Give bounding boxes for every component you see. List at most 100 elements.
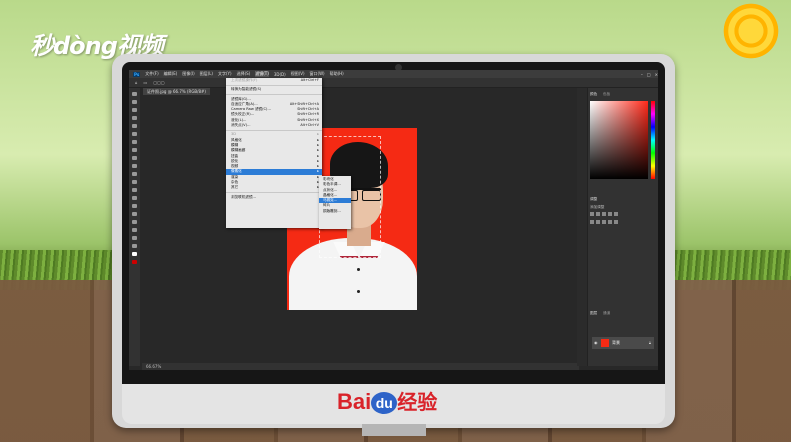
menu-select[interactable]: 选择(S) (237, 71, 251, 77)
panel-icon-strip (577, 88, 588, 366)
menu-view[interactable]: 视图(V) (291, 71, 305, 77)
menu-item-vanishing-point[interactable]: 消失点(V)... Alt+Ctrl+V (226, 123, 322, 128)
crop-tool-icon[interactable] (132, 124, 137, 128)
menu-separator (226, 192, 322, 194)
logo-paw-du: du (371, 392, 398, 415)
background-color-swatch[interactable] (132, 260, 137, 264)
home-icon[interactable]: ⌂ (135, 80, 138, 85)
brightness-icon[interactable] (590, 212, 594, 216)
healing-tool-icon[interactable] (132, 140, 137, 144)
menu-item-last-filter[interactable]: 上次滤镜操作(F) Alt+Ctrl+F (226, 78, 322, 83)
menu-edit[interactable]: 编辑(E) (164, 71, 178, 77)
tab-color[interactable]: 颜色 (590, 91, 597, 97)
baidu-jingyan-logo: Bai du 经验 (337, 386, 437, 415)
sun-icon (722, 2, 780, 60)
menu-filter[interactable]: 滤镜(T) (255, 71, 269, 77)
document-tab[interactable]: 证件照.jpg @ 66.7% (RGB/8#) (143, 88, 210, 95)
hue-slider[interactable] (651, 101, 655, 179)
blur-tool-icon[interactable] (132, 188, 137, 192)
feather-field[interactable]: ▢▢▢ (153, 80, 164, 85)
channel-mixer-icon[interactable] (614, 220, 618, 224)
lock-icon: 🔒︎ (648, 340, 651, 345)
menu-item-label: 镜头校正(R)... (231, 112, 255, 117)
levels-icon[interactable] (596, 212, 600, 216)
menu-item-label: 扭曲 (231, 153, 239, 158)
adjustment-icons-row (590, 220, 630, 226)
shirt-button (357, 268, 360, 271)
close-icon[interactable]: × (655, 72, 658, 77)
zoom-level: 66.67% (146, 364, 162, 369)
monitor-stand (362, 424, 426, 436)
marquee-tool-icon[interactable] (132, 100, 137, 104)
menu-layer[interactable]: 图层(L) (200, 71, 213, 77)
menu-item-label: 消失点(V)... (231, 123, 251, 128)
logo-text-bai: Bai (337, 389, 372, 414)
menu-window[interactable]: 窗口(W) (310, 71, 325, 77)
photo-filter-icon[interactable] (608, 220, 612, 224)
maximize-icon[interactable]: □ (647, 72, 651, 77)
menu-item-shortcut: Alt+Ctrl+V (300, 123, 319, 128)
stamp-tool-icon[interactable] (132, 156, 137, 160)
lasso-tool-icon[interactable] (132, 108, 137, 112)
tab-adjustments[interactable]: 调整 (590, 196, 597, 202)
eye-icon[interactable]: ◉ (594, 340, 598, 345)
menu-item-label: 杂色 (231, 180, 239, 185)
black-white-icon[interactable] (602, 220, 606, 224)
path-select-tool-icon[interactable] (132, 220, 137, 224)
type-tool-icon[interactable] (132, 212, 137, 216)
menu-3d[interactable]: 3D(D) (274, 72, 286, 77)
color-picker-field[interactable] (590, 101, 648, 179)
brush-tool-icon[interactable] (132, 148, 137, 152)
layer-row[interactable]: ◉ 背景 🔒︎ (592, 337, 654, 349)
menu-type[interactable]: 文字(Y) (218, 71, 232, 77)
menu-item-label: Camera Raw 滤镜(C)... (231, 107, 271, 112)
filter-menu: 上次滤镜操作(F) Alt+Ctrl+F 转换为智能滤镜(S) 滤镜库(G)..… (226, 78, 322, 228)
tab-swatches[interactable]: 色板 (603, 91, 610, 97)
submenu-item-mezzotint[interactable]: 铜版雕刻... (319, 209, 351, 214)
gradient-tool-icon[interactable] (132, 180, 137, 184)
menu-file[interactable]: 文件(F) (145, 71, 158, 77)
quick-select-tool-icon[interactable] (132, 116, 137, 120)
menu-item-label: 其它 (231, 185, 239, 190)
monitor-chin: Bai du 经验 (122, 384, 665, 424)
zoom-tool-icon[interactable] (132, 244, 137, 248)
hand-tool-icon[interactable] (132, 236, 137, 240)
color-balance-icon[interactable] (596, 220, 600, 224)
menu-item-convert-smart-filter[interactable]: 转换为智能滤镜(S) (226, 87, 322, 92)
minimize-icon[interactable]: – (641, 72, 643, 77)
eraser-tool-icon[interactable] (132, 172, 137, 176)
menu-item-browse-online-filters[interactable]: 浏览联机滤镜... (226, 195, 322, 200)
menu-item-label: 液化(L)... (231, 117, 247, 122)
tab-channels[interactable]: 通道 (603, 310, 610, 316)
menu-help[interactable]: 帮助(H) (330, 71, 344, 77)
shape-tool-icon[interactable] (132, 228, 137, 232)
menu-separator (226, 94, 322, 96)
menu-image[interactable]: 图像(I) (182, 71, 194, 77)
shirt-button (357, 290, 360, 293)
adjustments-label: 添加调整 (590, 205, 605, 209)
pixelate-submenu: 彩块化 彩色半调... 点状化... 晶格化... 马赛克... 碎片 铜版雕刻… (319, 176, 351, 229)
hue-saturation-icon[interactable] (590, 220, 594, 224)
menu-item-other[interactable]: 其它▸ (226, 185, 322, 190)
eyedropper-tool-icon[interactable] (132, 132, 137, 136)
pen-tool-icon[interactable] (132, 204, 137, 208)
history-brush-icon[interactable] (132, 164, 137, 168)
menu-separator (226, 129, 322, 131)
dodge-tool-icon[interactable] (132, 196, 137, 200)
curves-icon[interactable] (602, 212, 606, 216)
status-bar: 66.67% (142, 363, 579, 370)
menu-item-label: 模糊 (231, 142, 239, 147)
move-tool-icon[interactable] (132, 92, 137, 96)
photoshop-logo-icon: Ps (133, 71, 141, 77)
vibrance-icon[interactable] (614, 212, 618, 216)
menu-item-label: 滤镜库(G)... (231, 96, 251, 101)
tab-layers[interactable]: 图层 (590, 310, 597, 316)
menu-item-label: 风格化 (231, 137, 242, 142)
menu-item-label: 模糊画廊 (231, 148, 246, 153)
menu-item-label: 3D (231, 132, 237, 137)
exposure-icon[interactable] (608, 212, 612, 216)
foreground-color-swatch[interactable] (132, 252, 137, 256)
marquee-tool-icon[interactable]: ▭ (144, 80, 148, 85)
menu-item-label: 自适应广角(A)... (231, 101, 258, 106)
menu-separator (226, 84, 322, 86)
